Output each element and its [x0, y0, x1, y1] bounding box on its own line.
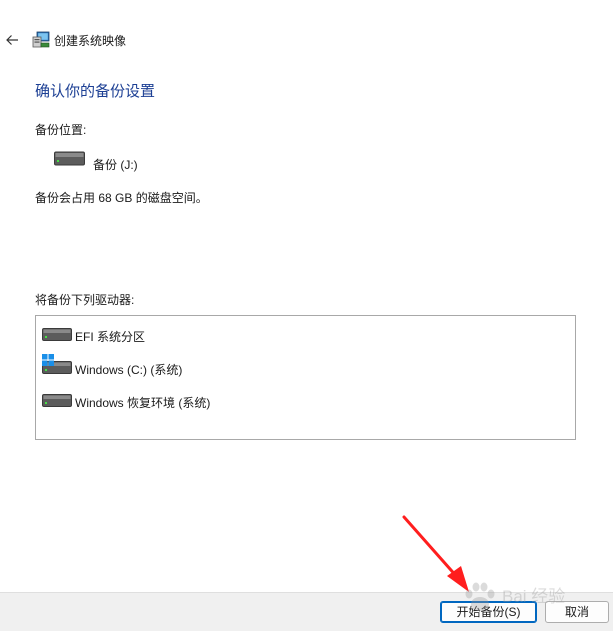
title-bar: 创建系统映像 [0, 0, 613, 80]
list-item-efi: EFI 系统分区 [42, 324, 562, 344]
cancel-button[interactable]: 取消 [545, 601, 609, 623]
start-backup-button[interactable]: 开始备份(S) [440, 601, 537, 623]
windows-logo-icon [42, 354, 54, 366]
hard-drive-icon [54, 151, 85, 166]
drives-label: 将备份下列驱动器: [35, 293, 135, 307]
drive-label: EFI 系统分区 [75, 330, 146, 344]
page-heading: 确认你的备份设置 [35, 83, 156, 100]
hard-drive-icon [42, 394, 72, 407]
backup-location-label: 备份位置: [35, 123, 87, 137]
drive-list: EFI 系统分区 Windows (C:) (系统) Windows 恢复环境 … [35, 315, 576, 440]
backup-location-drive: 备份 (J:) [93, 158, 138, 172]
window-title: 创建系统映像 [54, 34, 127, 48]
hard-drive-icon [42, 328, 72, 341]
list-item-windows-c: Windows (C:) (系统) [42, 354, 562, 377]
drive-label: Windows 恢复环境 (系统) [75, 396, 211, 410]
backup-computer-icon [32, 31, 50, 48]
back-button[interactable] [2, 30, 22, 50]
space-usage-text: 备份会占用 68 GB 的磁盘空间。 [35, 191, 208, 205]
arrow-left-icon [6, 35, 18, 45]
drive-label: Windows (C:) (系统) [75, 363, 183, 377]
list-item-recovery: Windows 恢复环境 (系统) [42, 390, 562, 410]
